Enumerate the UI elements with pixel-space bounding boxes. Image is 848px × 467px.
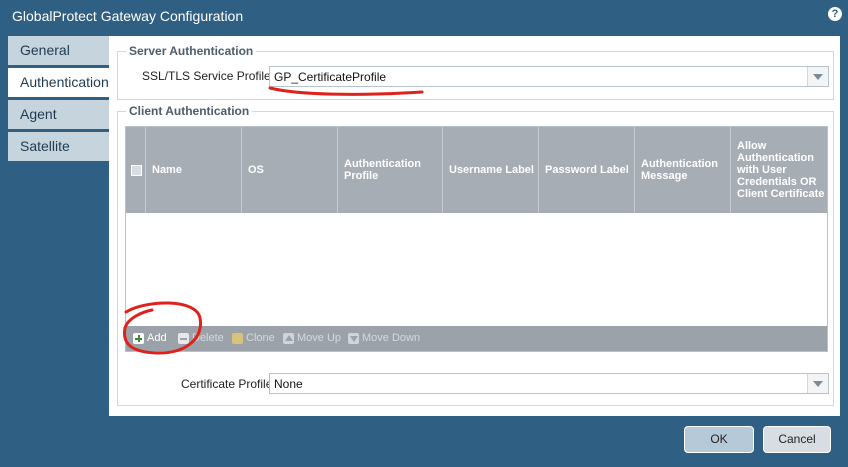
column-header[interactable]: Authentication Message [635,127,731,213]
ok-button[interactable]: OK [684,426,754,453]
certificate-profile-select[interactable]: None [269,373,829,394]
tab-satellite[interactable]: Satellite [8,132,109,161]
column-header[interactable]: Password Label [539,127,635,213]
table-toolbar: Add Delete Clone Move Up Move Down [126,326,827,351]
client-authentication-legend: Client Authentication [129,104,250,118]
title-bar: GlobalProtect Gateway Configuration ? [0,0,848,32]
ssl-profile-label: SSL/TLS Service Profile [142,69,271,83]
tab-agent[interactable]: Agent [8,100,109,129]
move-up-button[interactable]: Move Up [283,332,341,344]
clone-button-label: Clone [246,332,275,344]
select-all-checkbox[interactable] [131,164,142,176]
column-header[interactable]: Allow Authentication with User Credentia… [731,127,827,213]
tab-general[interactable]: General [8,36,109,65]
column-header[interactable]: Name [146,127,242,213]
content-panel: Server Authentication SSL/TLS Service Pr… [109,36,840,416]
chevron-down-icon[interactable] [807,67,828,86]
help-icon[interactable]: ? [828,7,842,21]
move-down-button-label: Move Down [362,332,421,344]
column-header[interactable]: Authentication Profile [338,127,443,213]
clone-button[interactable]: Clone [232,332,275,344]
server-authentication-legend: Server Authentication [129,44,254,58]
ssl-profile-value: GP_CertificateProfile [274,70,387,84]
certificate-profile-value: None [274,377,303,391]
tab-authentication[interactable]: Authentication [8,68,110,97]
chevron-down-icon[interactable] [807,374,828,393]
table-header: Name OS Authentication Profile Username … [126,127,827,213]
cancel-button[interactable]: Cancel [763,426,831,453]
tab-list: General Authentication Agent Satellite [8,36,110,164]
column-header[interactable]: Username Label [443,127,539,213]
move-down-button[interactable]: Move Down [348,332,420,344]
move-up-button-label: Move Up [297,332,342,344]
column-header[interactable]: OS [242,127,338,213]
annotation-circle [122,301,203,355]
arrow-down-icon [348,332,359,344]
client-auth-table: Name OS Authentication Profile Username … [125,126,828,352]
certificate-profile-label: Certificate Profile [181,377,273,391]
arrow-up-icon [283,332,294,344]
ssl-profile-select[interactable]: GP_CertificateProfile [269,66,829,87]
clone-icon [232,332,243,344]
window-title: GlobalProtect Gateway Configuration [12,8,244,24]
select-all-column [126,127,146,213]
annotation-underline [268,86,424,96]
